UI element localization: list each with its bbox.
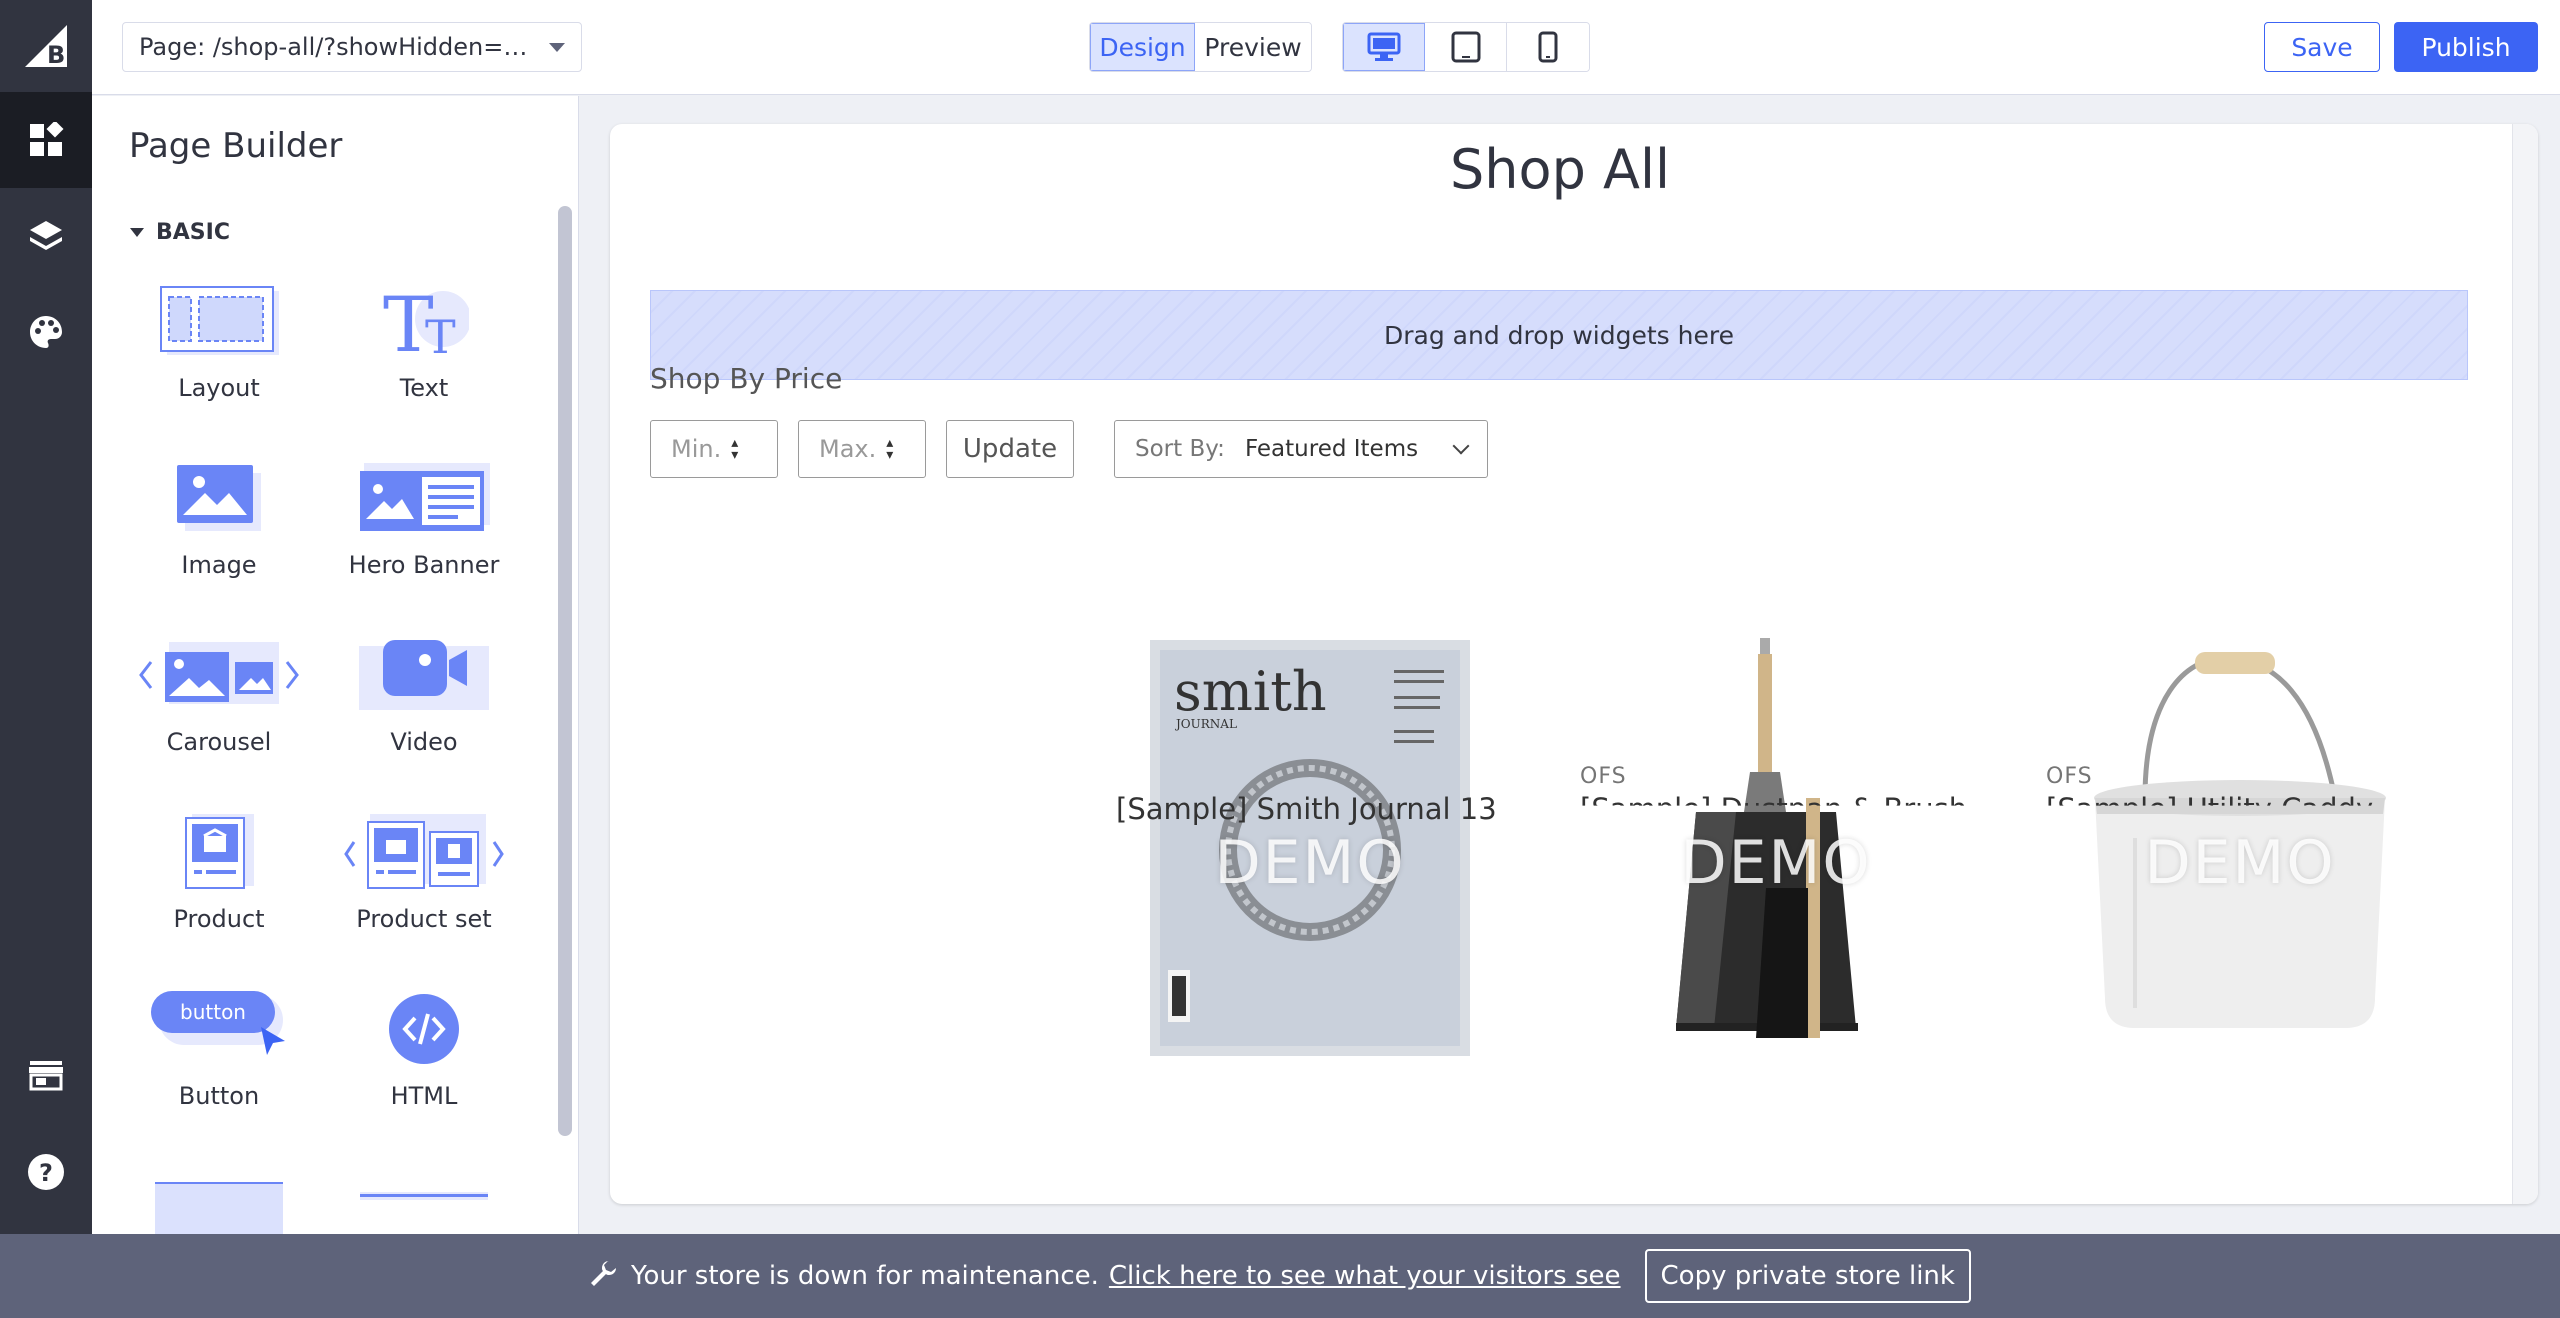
widgets-nav-icon[interactable] [0,92,92,188]
stepper-icon[interactable]: ▴ ▾ [731,436,738,462]
page-heading: Shop All [1450,138,1670,201]
sort-by-select[interactable]: Sort By: Featured Items [1114,420,1488,478]
carousel-icon [129,630,309,720]
maintenance-message: Your store is down for maintenance. [631,1261,1099,1291]
widget-label: Button [178,1082,260,1110]
chevron-down-icon [1452,437,1470,455]
button-icon-text: button [180,1000,246,1024]
save-button[interactable]: Save [2264,22,2380,72]
product-brand: OFS [2046,764,2093,789]
button-widget-icon: button [129,984,309,1074]
update-button[interactable]: Update [946,420,1074,478]
video-icon [334,630,514,720]
divider-icon [334,1192,514,1232]
sort-value: Featured Items [1244,436,1419,462]
image-icon [129,453,309,543]
product-brand: OFS [1580,764,1627,789]
demo-watermark: DEMO [1680,828,1872,898]
widget-button[interactable]: button Button [129,984,309,1110]
chevron-down-icon [549,42,565,52]
widget-partial-2[interactable] [334,1192,514,1232]
widget-label: Product [173,905,265,933]
page-canvas: Shop All Drag and drop widgets here Shop… [610,124,2538,1204]
min-price-input[interactable]: Min. ▴ ▾ [650,420,778,478]
canvas-scroll-track[interactable] [2512,124,2538,1204]
widget-label: Carousel [166,728,272,756]
product-image[interactable]: DEMO [2030,638,2450,1058]
layout-icon [129,276,309,366]
stepper-icon[interactable]: ▴ ▾ [886,436,893,462]
basic-section-toggle[interactable]: BASIC [130,220,230,245]
page-select-value: Page: /shop-all/?showHidden=tr… [139,33,535,61]
widget-product-set[interactable]: Product set [334,807,514,933]
tablet-view-icon[interactable] [1425,23,1507,71]
panel-title: Page Builder [129,126,343,166]
sidebar-scrollbar[interactable] [558,206,572,1136]
widget-label: Text [399,374,449,402]
widget-video[interactable]: Video [334,630,514,756]
page-builder-panel: Page Builder BASIC Layout TT Text Image … [92,96,579,1234]
widget-label: Video [390,728,458,756]
preview-mode-button[interactable]: Preview [1195,23,1311,71]
device-toggle [1342,22,1590,72]
desktop-view-icon[interactable] [1343,23,1425,71]
top-bar: Page: /shop-all/?showHidden=tr… Design P… [92,0,2560,95]
theme-styles-palette-icon[interactable] [0,284,92,380]
widget-text[interactable]: TT Text [334,276,514,402]
shop-by-price-heading: Shop By Price [650,362,843,395]
min-placeholder: Min. [671,435,722,463]
bigcommerce-logo-icon[interactable]: B [0,0,92,92]
svg-text:?: ? [39,1159,53,1187]
copy-private-link-button[interactable]: Copy private store link [1644,1249,1971,1303]
widget-label: Product set [356,905,492,933]
storefront-icon[interactable] [0,1027,92,1123]
widget-hero-banner[interactable]: Hero Banner [334,453,514,579]
product-image[interactable]: smith JOURNAL DEMO [1100,638,1520,1058]
widget-label: HTML [390,1082,458,1110]
product-set-icon [334,807,514,897]
preview-area: Shop All Drag and drop widgets here Shop… [580,96,2560,1234]
help-icon[interactable]: ? [0,1124,92,1220]
widget-label: Hero Banner [348,551,500,579]
widget-html[interactable]: HTML [334,984,514,1110]
product-image[interactable]: DEMO [1566,638,1986,1058]
widget-label: Image [181,551,257,579]
widget-label: Layout [178,374,260,402]
widget-partial-1[interactable] [129,1182,309,1234]
svg-text:B: B [47,41,65,69]
visitor-view-link[interactable]: Click here to see what your visitors see [1109,1261,1621,1291]
maintenance-banner: Your store is down for maintenance. Clic… [0,1234,2560,1318]
widget-product[interactable]: Product [129,807,309,933]
demo-watermark: DEMO [2144,828,2336,898]
design-mode-button[interactable]: Design [1090,23,1195,71]
spacer-icon [129,1182,309,1234]
widget-image[interactable]: Image [129,453,309,579]
hero-banner-icon [334,453,514,543]
widget-layout[interactable]: Layout [129,276,309,402]
demo-watermark: DEMO [1214,828,1406,898]
text-icon: TT [334,276,514,366]
page-select-dropdown[interactable]: Page: /shop-all/?showHidden=tr… [122,22,582,72]
view-mode-toggle: Design Preview [1089,22,1312,72]
max-price-input[interactable]: Max. ▴ ▾ [798,420,926,478]
wrench-icon [589,1259,617,1294]
widget-dropzone[interactable]: Drag and drop widgets here [650,290,2468,380]
layers-nav-icon[interactable] [0,188,92,284]
caret-down-icon [130,228,144,237]
max-placeholder: Max. [819,435,877,463]
sort-label: Sort By: [1135,436,1225,462]
svg-text:JOURNAL: JOURNAL [1174,717,1237,731]
product-name[interactable]: [Sample] Smith Journal 13 [1116,792,1497,826]
section-label: BASIC [156,220,230,245]
widget-carousel[interactable]: Carousel [129,630,309,756]
product-icon [129,807,309,897]
svg-text:T: T [425,310,456,359]
mobile-view-icon[interactable] [1507,23,1589,71]
publish-button[interactable]: Publish [2394,22,2538,72]
html-code-icon [334,984,514,1074]
left-rail: B ? [0,0,92,1234]
svg-text:smith: smith [1174,660,1327,723]
